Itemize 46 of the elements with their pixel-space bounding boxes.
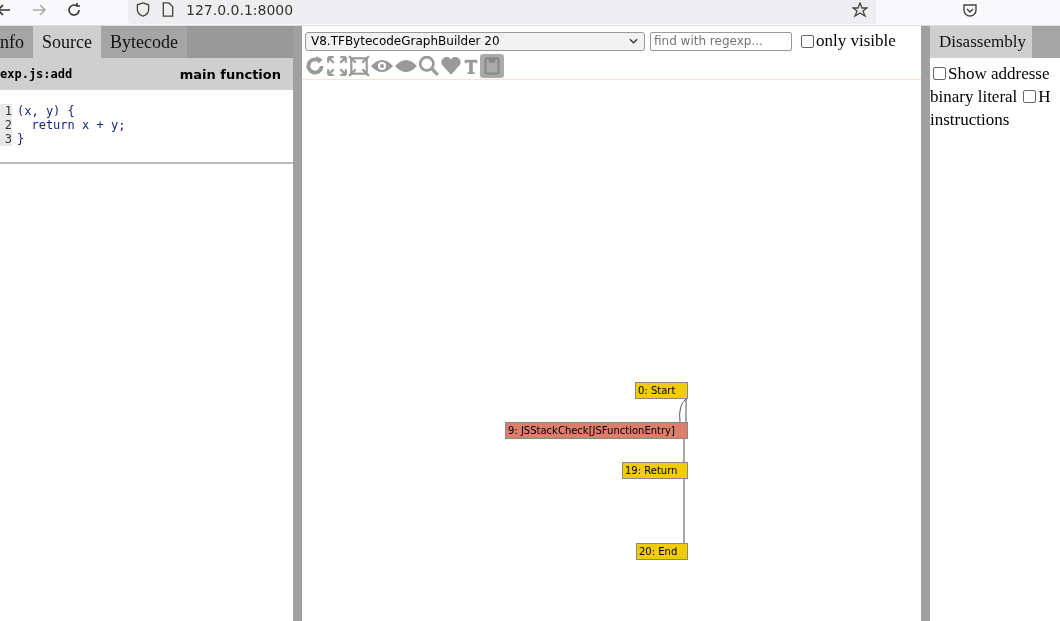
tab[interactable]: Source: [33, 26, 101, 58]
phase-dropdown[interactable]: V8.TFBytecodeGraphBuilder 20: [305, 31, 645, 51]
code-line: }: [17, 132, 25, 146]
page-icon: [162, 2, 174, 17]
tab[interactable]: Bytecode: [101, 26, 187, 58]
checkbox[interactable]: [801, 34, 814, 48]
option-text: binary literal: [930, 86, 1018, 108]
checkbox-label: Show addresse: [948, 63, 1050, 85]
line-number: 2: [0, 118, 12, 132]
checkbox[interactable]: [933, 67, 946, 80]
back-icon[interactable]: [0, 1, 12, 18]
forward-icon[interactable]: [31, 1, 47, 18]
graph-edge: [683, 478, 685, 544]
line-number: 1: [0, 104, 12, 118]
star-icon[interactable]: [852, 1, 868, 18]
expand-icon[interactable]: [326, 55, 348, 77]
splitter-handle[interactable]: [293, 26, 302, 621]
checkbox-label: H: [1038, 86, 1051, 108]
pocket-icon[interactable]: [962, 1, 978, 18]
function-name: exp.js:add: [0, 67, 73, 81]
graph-edge: [683, 438, 685, 463]
tab[interactable]: nfo: [0, 26, 33, 58]
tab[interactable]: Disassembly: [930, 26, 1032, 58]
graph-node[interactable]: 20: End: [636, 543, 688, 560]
code-line: (x, y) {: [17, 104, 75, 118]
refresh-icon[interactable]: [304, 55, 326, 77]
save-icon[interactable]: [480, 54, 504, 78]
address-bar[interactable]: 127.0.0.1:8000: [128, 0, 876, 24]
reload-icon[interactable]: [66, 1, 82, 18]
search-field[interactable]: find with regexp...: [650, 31, 792, 51]
shield-icon[interactable]: [136, 2, 150, 17]
tab[interactable]: [1031, 26, 1060, 58]
code-line: return x + y;: [30, 118, 126, 132]
chevron-icon: [629, 38, 638, 44]
fit-icon[interactable]: [348, 55, 370, 77]
checkbox-label: only visible: [816, 31, 896, 51]
graph-node[interactable]: 0: Start: [635, 382, 688, 399]
checkbox[interactable]: [1023, 90, 1037, 103]
splitter-handle[interactable]: [921, 26, 930, 621]
heart-icon[interactable]: [440, 55, 462, 77]
graph-node[interactable]: 9: JSStackCheck[JSFunctionEntry]: [505, 422, 688, 439]
line-number: 3: [0, 132, 12, 146]
graph-node[interactable]: 19: Return: [622, 462, 688, 479]
search-icon[interactable]: [418, 55, 440, 77]
option-text: instructions: [930, 109, 1010, 131]
function-role: main function: [179, 66, 281, 82]
